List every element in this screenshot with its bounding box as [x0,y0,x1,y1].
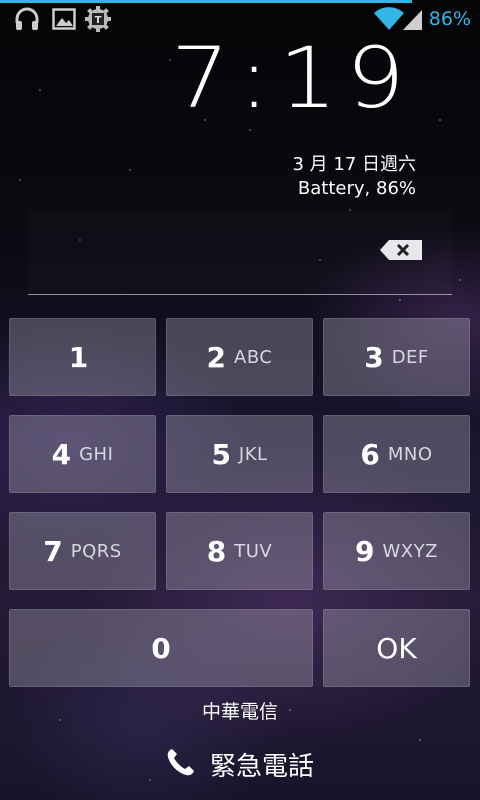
key-5-number: 5 [211,437,231,471]
gear-badge-icon: T [84,6,112,32]
key-3-number: 3 [364,340,384,374]
lockscreen-date: 3 月 17 日週六 [292,154,416,175]
key-7[interactable]: 7 PQRS [9,512,156,590]
key-8[interactable]: 8 TUV [166,512,313,590]
key-9-number: 9 [355,534,375,568]
svg-text:T: T [95,15,102,26]
key-9-letters: WXYZ [382,540,438,562]
key-1[interactable]: 1 [9,318,156,396]
key-1-number: 1 [68,340,89,374]
status-accent-line [0,0,412,3]
key-7-letters: PQRS [70,540,122,562]
ok-button-label: OK [376,631,417,665]
key-6-number: 6 [360,437,380,471]
gallery-icon [50,6,78,32]
key-8-letters: TUV [234,540,273,562]
headphones-icon [12,6,42,32]
emergency-call-button[interactable]: 緊急電話 [166,744,314,784]
key-2-letters: ABC [234,346,273,368]
key-5-letters: JKL [238,443,268,465]
lockscreen-battery: Battery, 86% [297,178,416,199]
key-8-number: 8 [206,534,227,568]
key-0[interactable]: 0 [9,609,313,687]
key-7-number: 7 [43,534,63,568]
key-4[interactable]: 4 GHI [9,415,156,493]
key-4-letters: GHI [79,443,114,465]
key-5[interactable]: 5 JKL [166,415,313,493]
key-9[interactable]: 9 WXYZ [323,512,470,590]
emergency-call-label: 緊急電話 [210,751,315,782]
key-2-number: 2 [206,340,227,374]
key-6-letters: MNO [387,443,433,465]
key-3[interactable]: 3 DEF [323,318,470,396]
key-6[interactable]: 6 MNO [323,415,470,493]
phone-icon [166,747,196,781]
battery-percent: 86% [428,8,471,30]
backspace-icon[interactable] [380,240,422,260]
key-3-letters: DEF [391,346,429,368]
carrier-label: 中華電信 [201,701,278,723]
key-2[interactable]: 2 ABC [166,318,313,396]
ok-button[interactable]: OK [323,609,470,687]
lockscreen-clock: 7:19 [171,29,414,127]
key-4-number: 4 [51,437,72,471]
key-0-number: 0 [151,631,171,665]
